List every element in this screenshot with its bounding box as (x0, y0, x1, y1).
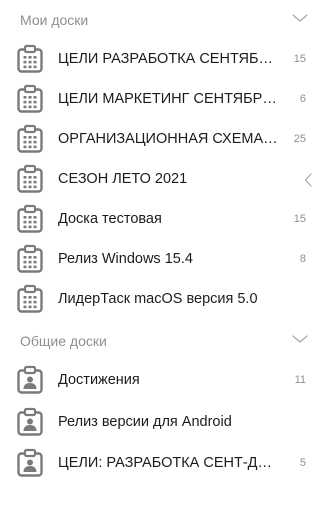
board-row[interactable]: Достижения 11 (0, 361, 324, 401)
board-row[interactable]: Релиз Windows 15.4 8 (0, 240, 324, 280)
board-count: 15 (293, 53, 306, 65)
board-count: 11 (294, 374, 306, 386)
calendar-board-icon (17, 124, 43, 153)
section-header-shared-boards[interactable]: Общие доски (0, 329, 324, 355)
board-row[interactable]: ЦЕЛИ РАЗРАБОТКА СЕНТЯБРЬ 2021 15 (0, 40, 324, 80)
board-label: ОРГАНИЗАЦИОННАЯ СХЕМА КОМПАНИИ (58, 131, 280, 147)
board-label: Доска тестовая (58, 211, 162, 227)
calendar-board-icon (17, 164, 43, 193)
calendar-board-icon (17, 284, 43, 313)
board-count: 8 (299, 253, 306, 265)
calendar-board-icon (17, 44, 43, 73)
shared-board-icon (17, 365, 43, 394)
shared-board-icon (17, 407, 43, 436)
chevron-left-icon[interactable] (304, 173, 312, 187)
board-row[interactable]: Релиз версии для Android (0, 403, 324, 443)
board-count: 15 (293, 213, 306, 225)
board-label: Релиз версии для Android (58, 414, 232, 430)
board-row[interactable]: СЕЗОН ЛЕТО 2021 (0, 160, 324, 200)
chevron-down-icon[interactable] (292, 334, 308, 344)
board-count: 6 (299, 93, 306, 105)
section-title: Общие доски (20, 333, 107, 349)
calendar-board-icon (17, 204, 43, 233)
section-header-my-boards[interactable]: Мои доски (0, 8, 324, 34)
board-row[interactable]: Доска тестовая 15 (0, 200, 324, 240)
calendar-board-icon (17, 84, 43, 113)
shared-board-icon (17, 448, 43, 477)
board-label: СЕЗОН ЛЕТО 2021 (58, 171, 188, 187)
board-label: Достижения (58, 372, 140, 388)
board-row[interactable]: ЛидерТаск macOS версия 5.0 (0, 280, 324, 320)
board-row[interactable]: ЦЕЛИ МАРКЕТИНГ СЕНТЯБРЬ 2021 6 (0, 80, 324, 120)
board-row[interactable]: ОРГАНИЗАЦИОННАЯ СХЕМА КОМПАНИИ 25 (0, 120, 324, 160)
board-row[interactable]: ЦЕЛИ: РАЗРАБОТКА СЕНТ-ДЕКАБРЬ 5 (0, 444, 324, 484)
board-label: ЦЕЛИ: РАЗРАБОТКА СЕНТ-ДЕКАБРЬ (58, 455, 280, 471)
section-title: Мои доски (20, 12, 89, 28)
board-count: 5 (299, 457, 306, 469)
board-label: ЦЕЛИ МАРКЕТИНГ СЕНТЯБРЬ 2021 (58, 91, 280, 107)
board-label: ЛидерТаск macOS версия 5.0 (58, 291, 258, 307)
chevron-down-icon[interactable] (292, 13, 308, 23)
board-label: ЦЕЛИ РАЗРАБОТКА СЕНТЯБРЬ 2021 (58, 51, 280, 67)
board-label: Релиз Windows 15.4 (58, 251, 193, 267)
board-count: 25 (293, 133, 306, 145)
calendar-board-icon (17, 244, 43, 273)
